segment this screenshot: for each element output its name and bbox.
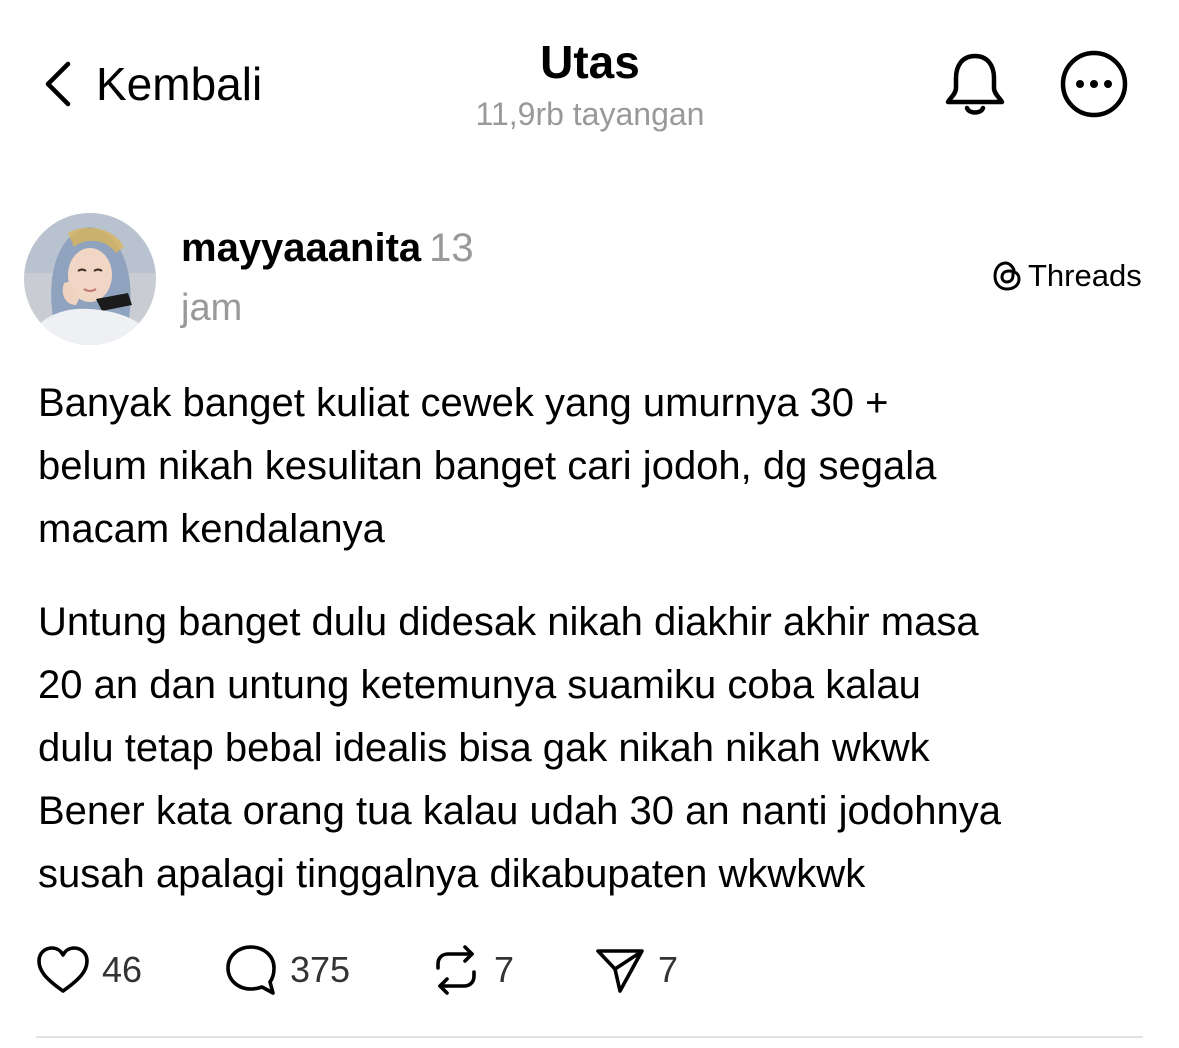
bell-icon (945, 53, 1005, 115)
threads-label: Threads (1028, 258, 1142, 293)
notification-button[interactable] (942, 50, 1008, 123)
repost-icon (436, 945, 476, 995)
avatar[interactable] (24, 213, 156, 345)
view-count: 11,9rb tayangan (475, 96, 705, 132)
share-button[interactable]: 7 (594, 940, 678, 1000)
avatar-image (24, 213, 156, 345)
post-body: Banyak banget kuliat cewek yang umurnya … (38, 372, 1158, 906)
back-label: Kembali (96, 58, 263, 110)
author-line: mayyaaanita 13 (181, 222, 474, 274)
threads-logo-icon (993, 261, 1021, 291)
reply-count: 375 (290, 949, 351, 990)
comment-icon (226, 945, 276, 995)
share-count: 7 (658, 949, 679, 990)
post-paragraph: Banyak banget kuliat cewek yang umurnya … (38, 381, 937, 551)
divider (36, 1036, 1143, 1038)
page-title: Utas (540, 36, 640, 88)
post-time: 13 (429, 226, 474, 270)
heart-icon (37, 946, 89, 993)
reply-button[interactable]: 375 (224, 940, 350, 1000)
username-link[interactable]: mayyaaanita (181, 226, 421, 270)
repost-button[interactable]: 7 (430, 940, 514, 1000)
threads-badge: Threads (992, 258, 1142, 294)
chevron-left-icon (45, 61, 71, 107)
back-button[interactable]: Kembali (40, 52, 262, 116)
more-icon (1060, 50, 1128, 118)
post-time-unit: jam (181, 287, 243, 329)
send-icon (596, 949, 644, 993)
header-title-block: Utas 11,9rb tayangan (390, 34, 790, 134)
post-paragraph: Untung banget dulu didesak nikah diakhir… (38, 600, 1001, 896)
like-count: 46 (102, 949, 143, 990)
repost-count: 7 (494, 949, 515, 990)
like-button[interactable]: 46 (36, 940, 142, 1000)
more-options-button[interactable] (1058, 48, 1130, 125)
